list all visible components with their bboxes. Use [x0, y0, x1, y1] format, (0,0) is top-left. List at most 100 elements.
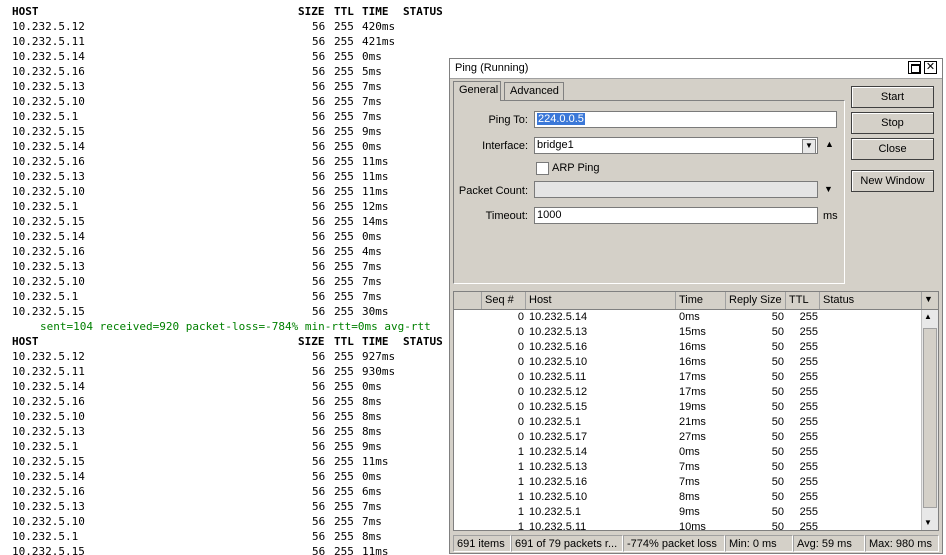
col-status: STATUS — [403, 335, 443, 348]
row-ttl: 255 — [334, 110, 354, 123]
row-host: 10.232.5.1 — [12, 110, 79, 123]
window-title: Ping (Running) — [455, 62, 529, 74]
row-host: 10.232.5.16 — [12, 485, 85, 498]
cell-host: 10.232.5.11 — [529, 521, 587, 531]
row-size: 56 — [312, 140, 326, 153]
table-row[interactable]: 0 10.232.5.16 16ms 50 255 — [454, 340, 922, 355]
row-size: 56 — [312, 20, 326, 33]
row-time: 0ms — [362, 470, 382, 483]
cell-ttl: 255 — [799, 371, 818, 383]
close-button[interactable]: Close — [851, 138, 934, 160]
row-size: 56 — [312, 65, 326, 78]
table-row[interactable]: 0 10.232.5.14 0ms 50 255 — [454, 310, 922, 325]
header-host[interactable]: Host — [526, 292, 676, 309]
header-time[interactable]: Time — [676, 292, 726, 309]
terminal-summary: sent=104 received=920 packet-loss=-784% … — [0, 319, 431, 334]
tab-general[interactable]: General — [453, 81, 501, 101]
cell-ttl: 255 — [799, 431, 818, 443]
chevron-down-icon[interactable]: ▼ — [824, 184, 833, 194]
cell-host: 10.232.5.14 — [529, 311, 588, 323]
stop-button[interactable]: Stop — [851, 112, 934, 134]
table-row[interactable]: 0 10.232.5.17 27ms 50 255 — [454, 430, 922, 445]
scroll-up-icon[interactable]: ▲ — [924, 312, 932, 321]
row-time: 11ms — [362, 545, 389, 555]
cell-reply-size: 50 — [771, 371, 784, 383]
title-bar[interactable]: Ping (Running) ✕ — [450, 59, 942, 79]
table-row[interactable]: 1 10.232.5.13 7ms 50 255 — [454, 460, 922, 475]
table-row[interactable]: 0 10.232.5.12 17ms 50 255 — [454, 385, 922, 400]
ping-to-input[interactable]: 224.0.0.5 — [534, 111, 837, 128]
table-row[interactable]: 1 10.232.5.16 7ms 50 255 — [454, 475, 922, 490]
header-reply-size[interactable]: Reply Size — [726, 292, 786, 309]
row-ttl: 255 — [334, 245, 354, 258]
row-host: 10.232.5.1 — [12, 440, 79, 453]
row-host: 10.232.5.15 — [12, 125, 85, 138]
row-host: 10.232.5.15 — [12, 215, 85, 228]
row-ttl: 255 — [334, 200, 354, 213]
row-size: 56 — [312, 440, 326, 453]
arp-ping-label: ARP Ping — [552, 162, 600, 174]
dropdown-arrow-icon[interactable]: ▼ — [802, 139, 816, 154]
row-ttl: 255 — [334, 50, 354, 63]
vertical-scrollbar[interactable]: ▲ ▼ — [921, 310, 938, 530]
row-ttl: 255 — [334, 515, 354, 528]
table-row[interactable]: 1 10.232.5.11 10ms 50 255 — [454, 520, 922, 531]
row-time: 9ms — [362, 125, 382, 138]
row-host: 10.232.5.16 — [12, 395, 85, 408]
cell-host: 10.232.5.13 — [529, 461, 588, 473]
table-row[interactable]: 0 10.232.5.10 16ms 50 255 — [454, 355, 922, 370]
scroll-thumb[interactable] — [923, 328, 937, 508]
row-time: 8ms — [362, 530, 382, 543]
row-size: 56 — [312, 245, 326, 258]
cell-time: 7ms — [679, 476, 700, 488]
cell-reply-size: 50 — [771, 356, 784, 368]
cell-time: 9ms — [679, 506, 700, 518]
header-status[interactable]: Status — [820, 292, 922, 309]
row-size: 56 — [312, 275, 326, 288]
maximize-icon[interactable] — [908, 61, 921, 74]
column-menu-icon[interactable]: ▼ — [924, 294, 933, 304]
timeout-input[interactable]: 1000 — [534, 207, 818, 224]
arp-ping-checkbox[interactable] — [536, 162, 549, 175]
row-time: 421ms — [362, 35, 396, 48]
cell-host: 10.232.5.13 — [529, 326, 588, 338]
table-row[interactable]: 1 10.232.5.14 0ms 50 255 — [454, 445, 922, 460]
row-ttl: 255 — [334, 260, 354, 273]
cell-reply-size: 50 — [771, 446, 784, 458]
cell-ttl: 255 — [799, 521, 818, 531]
row-size: 56 — [312, 110, 326, 123]
table-row[interactable]: 1 10.232.5.10 8ms 50 255 — [454, 490, 922, 505]
header-ttl[interactable]: TTL — [786, 292, 820, 309]
table-row[interactable]: 0 10.232.5.13 15ms 50 255 — [454, 325, 922, 340]
table-row[interactable]: 0 10.232.5.11 17ms 50 255 — [454, 370, 922, 385]
new-window-button[interactable]: New Window — [851, 170, 934, 192]
row-size: 56 — [312, 455, 326, 468]
table-row[interactable]: 0 10.232.5.15 19ms 50 255 — [454, 400, 922, 415]
row-time: 11ms — [362, 155, 389, 168]
scroll-down-icon[interactable]: ▼ — [924, 518, 932, 527]
row-time: 11ms — [362, 455, 389, 468]
collapse-up-icon[interactable]: ▲ — [825, 139, 834, 149]
start-button[interactable]: Start — [851, 86, 934, 108]
table-row[interactable]: 0 10.232.5.1 21ms 50 255 — [454, 415, 922, 430]
table-row[interactable]: 1 10.232.5.1 9ms 50 255 — [454, 505, 922, 520]
row-time: 0ms — [362, 50, 382, 63]
col-time: TIME — [362, 5, 389, 18]
packet-count-input[interactable] — [534, 181, 818, 198]
row-host: 10.232.5.16 — [12, 65, 85, 78]
table-header: Seq # Host Time Reply Size TTL Status ▼ — [454, 292, 938, 310]
row-host: 10.232.5.13 — [12, 425, 85, 438]
row-host: 10.232.5.10 — [12, 515, 85, 528]
interface-select[interactable]: bridge1 ▼ — [534, 137, 818, 154]
row-host: 10.232.5.14 — [12, 230, 85, 243]
row-host: 10.232.5.14 — [12, 140, 85, 153]
row-size: 56 — [312, 470, 326, 483]
cell-reply-size: 50 — [771, 416, 784, 428]
row-size: 56 — [312, 215, 326, 228]
row-time: 14ms — [362, 215, 389, 228]
tab-advanced[interactable]: Advanced — [504, 82, 564, 100]
row-time: 420ms — [362, 20, 396, 33]
close-icon[interactable]: ✕ — [924, 61, 937, 74]
header-seq[interactable]: Seq # — [482, 292, 526, 309]
row-host: 10.232.5.1 — [12, 530, 79, 543]
